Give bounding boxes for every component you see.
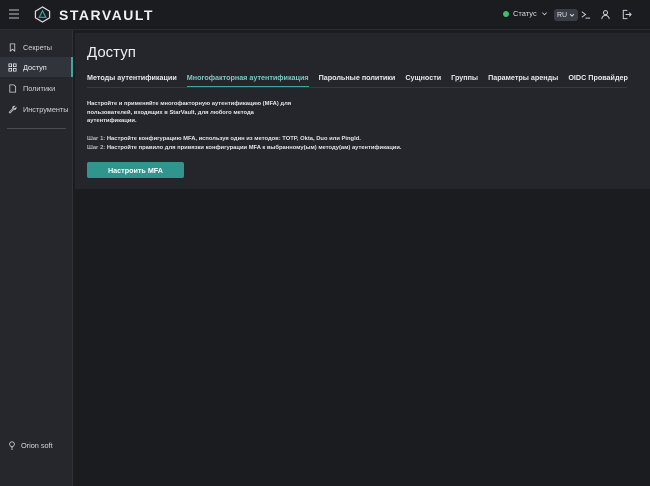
vendor-label: Orion soft [21,441,53,450]
sidebar-item-label: Инструменты [23,104,69,114]
logout-icon[interactable] [621,9,632,20]
status-indicator[interactable]: Статус [503,9,548,18]
language-selector[interactable]: RU [554,9,579,21]
step-number: Шаг 2: [87,145,106,151]
language-label: RU [557,11,568,19]
sidebar-footer[interactable]: Orion soft [8,441,53,450]
tab-lease-settings[interactable]: Параметры аренды [488,71,558,87]
wrench-icon [8,105,17,114]
step-number: Шаг 1: [87,136,106,142]
main-panel: Доступ Методы аутентификации Многофактор… [75,33,650,189]
tab-mfa[interactable]: Многофакторная аутентификация [186,71,309,87]
mfa-description: Настройте и применяйте многофакторную ау… [87,101,292,124]
sidebar-item-access[interactable]: Доступ [0,57,73,77]
tab-password-policies[interactable]: Парольные политики [319,71,396,87]
tab-underline [87,87,627,88]
sidebar-item-secrets[interactable]: Секреты [0,37,73,57]
bookmark-icon [9,42,16,52]
tab-bar: Методы аутентификации Многофакторная аут… [87,71,628,87]
sidebar-item-policies[interactable]: Политики [0,78,73,98]
menu-icon[interactable] [8,8,20,20]
tab-oidc-provider[interactable]: OIDC Провайдер [568,71,628,87]
page-title: Доступ [87,44,136,61]
logo[interactable]: STARVAULT [34,6,154,23]
top-bar: STARVAULT Статус RU [0,0,650,30]
chevron-down-icon [569,13,575,17]
sidebar-divider [7,128,66,129]
sidebar-item-label: Доступ [23,62,47,72]
document-icon [9,83,17,93]
sidebar-item-label: Секреты [23,42,52,52]
tab-entities[interactable]: Сущности [405,71,441,87]
step-2: Шаг 2: Настройте правило для привязки ко… [87,144,402,152]
brand-name: STARVAULT [59,6,154,23]
chevron-down-icon [541,12,547,16]
status-dot-icon [503,10,509,17]
terminal-icon[interactable] [580,9,591,20]
sidebar-item-tools[interactable]: Инструменты [0,99,73,119]
tab-auth-methods[interactable]: Методы аутентификации [87,71,177,87]
configure-mfa-button[interactable]: Настроить MFA [87,162,184,178]
grid-icon [8,62,17,72]
sidebar: Секреты Доступ Политики Инструменты Orio… [0,30,73,486]
starvault-logo-icon [34,6,51,23]
user-icon[interactable] [600,9,611,20]
step-text: Настройте правило для привязки конфигура… [105,145,402,151]
tab-groups[interactable]: Группы [451,71,478,87]
step-text: Настройте конфигурацию MFA, используя од… [105,136,361,142]
lightbulb-icon [9,441,15,450]
sidebar-item-label: Политики [23,83,56,93]
status-label: Статус [513,9,537,18]
step-1: Шаг 1: Настройте конфигурацию MFA, испол… [87,135,361,143]
